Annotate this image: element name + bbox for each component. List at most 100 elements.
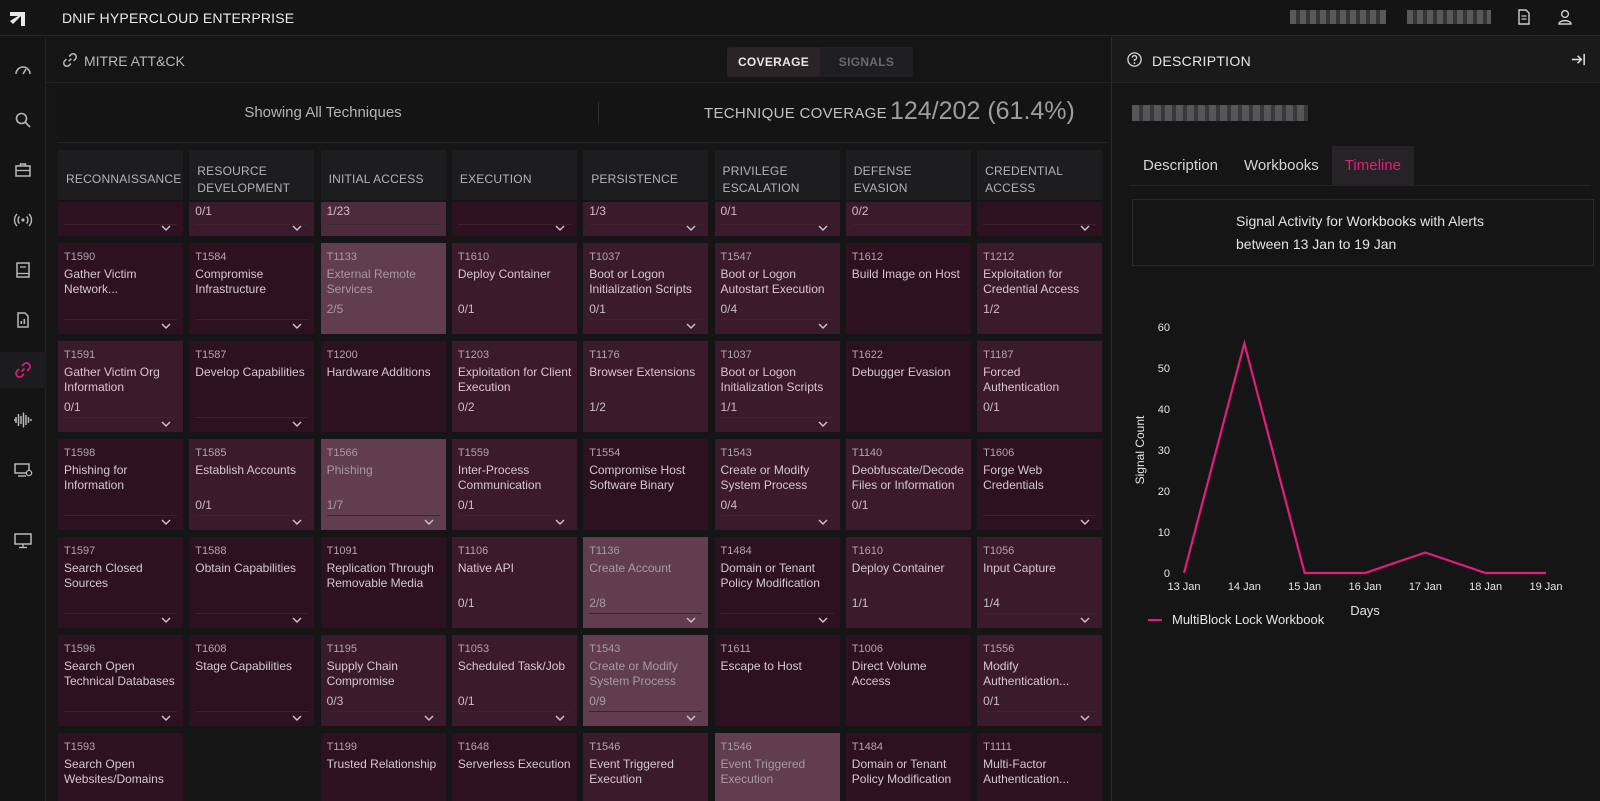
- chevron-down-icon[interactable]: [686, 323, 696, 329]
- technique-card[interactable]: T1610 Deploy Container 1/1: [845, 537, 971, 628]
- chevron-down-icon[interactable]: [161, 715, 171, 721]
- technique-card[interactable]: T1133 External Remote Services 2/5: [320, 243, 446, 334]
- dashboard-icon[interactable]: [0, 52, 46, 88]
- collapse-panel-icon[interactable]: [1570, 51, 1587, 68]
- waveform-icon[interactable]: [0, 402, 46, 438]
- technique-card[interactable]: T1546 Event Triggered Execution: [714, 733, 840, 801]
- chevron-down-icon[interactable]: [686, 225, 696, 231]
- technique-card[interactable]: T1187 Forced Authentication 0/1: [977, 341, 1103, 432]
- chevron-down-icon[interactable]: [818, 421, 828, 427]
- technique-card[interactable]: T1598 Phishing for Information: [58, 439, 183, 530]
- technique-card[interactable]: T1566 Phishing 1/7: [320, 439, 446, 530]
- document-icon[interactable]: [1515, 8, 1533, 26]
- technique-card[interactable]: T1593 Search Open Websites/Domains: [58, 733, 183, 801]
- book-icon[interactable]: [0, 252, 46, 288]
- chevron-down-icon[interactable]: [161, 323, 171, 329]
- technique-card[interactable]: T1106 Native API 0/1: [451, 537, 577, 628]
- technique-card[interactable]: T1199 Trusted Relationship: [320, 733, 446, 801]
- technique-card[interactable]: T1176 Browser Extensions 1/2: [583, 341, 709, 432]
- chevron-down-icon[interactable]: [292, 323, 302, 329]
- user-icon[interactable]: [1556, 8, 1574, 26]
- chevron-down-icon[interactable]: [161, 617, 171, 623]
- technique-card-partial[interactable]: 0/1: [714, 202, 840, 236]
- technique-card-partial[interactable]: 0/2: [845, 202, 971, 236]
- technique-card[interactable]: T1056 Input Capture 1/4: [977, 537, 1103, 628]
- technique-card[interactable]: T1608 Stage Capabilities: [189, 635, 315, 726]
- chevron-down-icon[interactable]: [424, 519, 434, 525]
- tab-signals[interactable]: SIGNALS: [820, 47, 913, 77]
- technique-card[interactable]: T1037 Boot or Logon Initialization Script…: [714, 341, 840, 432]
- dnif-logo-icon[interactable]: [7, 7, 29, 29]
- chevron-down-icon[interactable]: [818, 519, 828, 525]
- chevron-down-icon[interactable]: [424, 715, 434, 721]
- link-icon[interactable]: [0, 352, 46, 388]
- technique-card[interactable]: T1484 Domain or Tenant Policy Modificatio…: [714, 537, 840, 628]
- showing-filter-label[interactable]: Showing All Techniques: [58, 104, 588, 121]
- technique-card[interactable]: T1591 Gather Victim Org Information 0/1: [58, 341, 183, 432]
- tactic-header[interactable]: DEFENSE EVASION: [845, 150, 971, 200]
- technique-card[interactable]: T1611 Escape to Host: [714, 635, 840, 726]
- monitor-settings-icon[interactable]: [0, 452, 46, 488]
- technique-card[interactable]: T1091 Replication Through Removable Media: [320, 537, 446, 628]
- technique-card[interactable]: T1195 Supply Chain Compromise 0/3: [320, 635, 446, 726]
- tactic-header[interactable]: EXECUTION: [451, 150, 577, 200]
- technique-card[interactable]: T1543 Create or Modify System Process 0/4: [714, 439, 840, 530]
- technique-card[interactable]: T1596 Search Open Technical Databases: [58, 635, 183, 726]
- technique-card[interactable]: T1606 Forge Web Credentials: [977, 439, 1103, 530]
- technique-card[interactable]: T1547 Boot or Logon Autostart Execution 0/…: [714, 243, 840, 334]
- technique-card[interactable]: T1556 Modify Authentication... 0/1: [977, 635, 1103, 726]
- chevron-down-icon[interactable]: [555, 519, 565, 525]
- chevron-down-icon[interactable]: [818, 225, 828, 231]
- technique-card-partial[interactable]: [58, 202, 183, 236]
- tactic-header[interactable]: RESOURCE DEVELOPMENT: [189, 150, 315, 200]
- technique-card[interactable]: T1648 Serverless Execution: [451, 733, 577, 801]
- technique-card-partial[interactable]: [451, 202, 577, 236]
- briefcase-icon[interactable]: [0, 152, 46, 188]
- tactic-header[interactable]: PERSISTENCE: [583, 150, 709, 200]
- chevron-down-icon[interactable]: [292, 519, 302, 525]
- technique-card[interactable]: T1588 Obtain Capabilities: [189, 537, 315, 628]
- technique-card[interactable]: T1546 Event Triggered Execution: [583, 733, 709, 801]
- technique-card[interactable]: T1554 Compromise Host Software Binary: [583, 439, 709, 530]
- technique-card[interactable]: T1587 Develop Capabilities: [189, 341, 315, 432]
- tactic-header[interactable]: CREDENTIAL ACCESS: [977, 150, 1103, 200]
- technique-card-partial[interactable]: 1/23: [320, 202, 446, 236]
- technique-card-partial[interactable]: [977, 202, 1103, 236]
- chevron-down-icon[interactable]: [292, 421, 302, 427]
- technique-card[interactable]: T1140 Deobfuscate/Decode Files or Informa…: [845, 439, 971, 530]
- technique-card[interactable]: T1622 Debugger Evasion: [845, 341, 971, 432]
- chevron-down-icon[interactable]: [161, 225, 171, 231]
- technique-card[interactable]: T1590 Gather Victim Network...: [58, 243, 183, 334]
- chart-legend[interactable]: MultiBlock Lock Workbook: [1148, 612, 1324, 627]
- chevron-down-icon[interactable]: [161, 519, 171, 525]
- chevron-down-icon[interactable]: [1080, 617, 1090, 623]
- technique-card[interactable]: T1212 Exploitation for Credential Access 1…: [977, 243, 1103, 334]
- desktop-icon[interactable]: [0, 523, 46, 559]
- chevron-down-icon[interactable]: [818, 617, 828, 623]
- technique-card[interactable]: T1136 Create Account 2/8: [583, 537, 709, 628]
- tab-workbooks[interactable]: Workbooks: [1231, 146, 1332, 185]
- technique-card[interactable]: T1484 Domain or Tenant Policy Modificatio…: [845, 733, 971, 801]
- technique-card[interactable]: T1597 Search Closed Sources: [58, 537, 183, 628]
- chevron-down-icon[interactable]: [161, 421, 171, 427]
- technique-card[interactable]: T1203 Exploitation for Client Execution 0/…: [451, 341, 577, 432]
- tactic-header[interactable]: PRIVILEGE ESCALATION: [714, 150, 840, 200]
- chevron-down-icon[interactable]: [818, 323, 828, 329]
- chevron-down-icon[interactable]: [555, 225, 565, 231]
- technique-card[interactable]: T1584 Compromise Infrastructure: [189, 243, 315, 334]
- signal-icon[interactable]: [0, 202, 46, 238]
- tactic-header[interactable]: RECONNAISSANCE: [58, 150, 183, 200]
- technique-card[interactable]: T1610 Deploy Container 0/1: [451, 243, 577, 334]
- chevron-down-icon[interactable]: [686, 715, 696, 721]
- technique-card[interactable]: T1200 Hardware Additions: [320, 341, 446, 432]
- search-icon[interactable]: [0, 102, 46, 138]
- chevron-down-icon[interactable]: [686, 617, 696, 623]
- chevron-down-icon[interactable]: [555, 715, 565, 721]
- technique-card[interactable]: T1612 Build Image on Host: [845, 243, 971, 334]
- chevron-down-icon[interactable]: [1080, 715, 1090, 721]
- chevron-down-icon[interactable]: [292, 715, 302, 721]
- tab-coverage[interactable]: COVERAGE: [727, 47, 820, 77]
- tab-description[interactable]: Description: [1130, 146, 1231, 185]
- chevron-down-icon[interactable]: [1080, 519, 1090, 525]
- technique-card[interactable]: T1559 Inter-Process Communication 0/1: [451, 439, 577, 530]
